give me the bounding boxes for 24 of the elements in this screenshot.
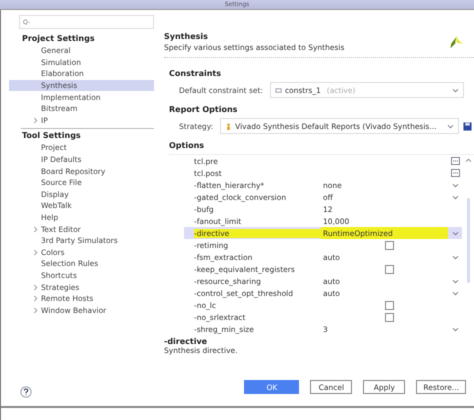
- scroll-up-icon[interactable]: [464, 158, 472, 163]
- help-icon[interactable]: [20, 386, 32, 398]
- browse-icon[interactable]: [450, 169, 460, 177]
- browse-icon[interactable]: [450, 157, 460, 165]
- checkbox[interactable]: [385, 312, 394, 322]
- page-title: Synthesis: [164, 32, 209, 41]
- file-icon: [274, 86, 282, 94]
- save-icon[interactable]: [463, 122, 472, 130]
- person-icon: [225, 122, 232, 130]
- chevron-down-icon: [452, 88, 459, 92]
- help-title: -directive: [164, 337, 208, 346]
- chevron-down-icon[interactable]: [452, 254, 458, 260]
- chevron-down-icon[interactable]: [452, 230, 458, 236]
- checkbox[interactable]: [385, 300, 394, 310]
- leaf-logo-icon: [448, 34, 464, 50]
- group-heading: Project Settings: [21, 33, 96, 45]
- checkbox[interactable]: [385, 264, 394, 274]
- chevron-down-icon[interactable]: [452, 326, 458, 332]
- group-heading: Tool Settings: [21, 130, 82, 142]
- section-heading: Options: [169, 140, 206, 152]
- chevron-down-icon: [447, 124, 454, 128]
- checkbox[interactable]: [385, 240, 394, 250]
- section-heading: Report Options: [169, 104, 238, 116]
- section-heading: Constraints: [169, 68, 222, 80]
